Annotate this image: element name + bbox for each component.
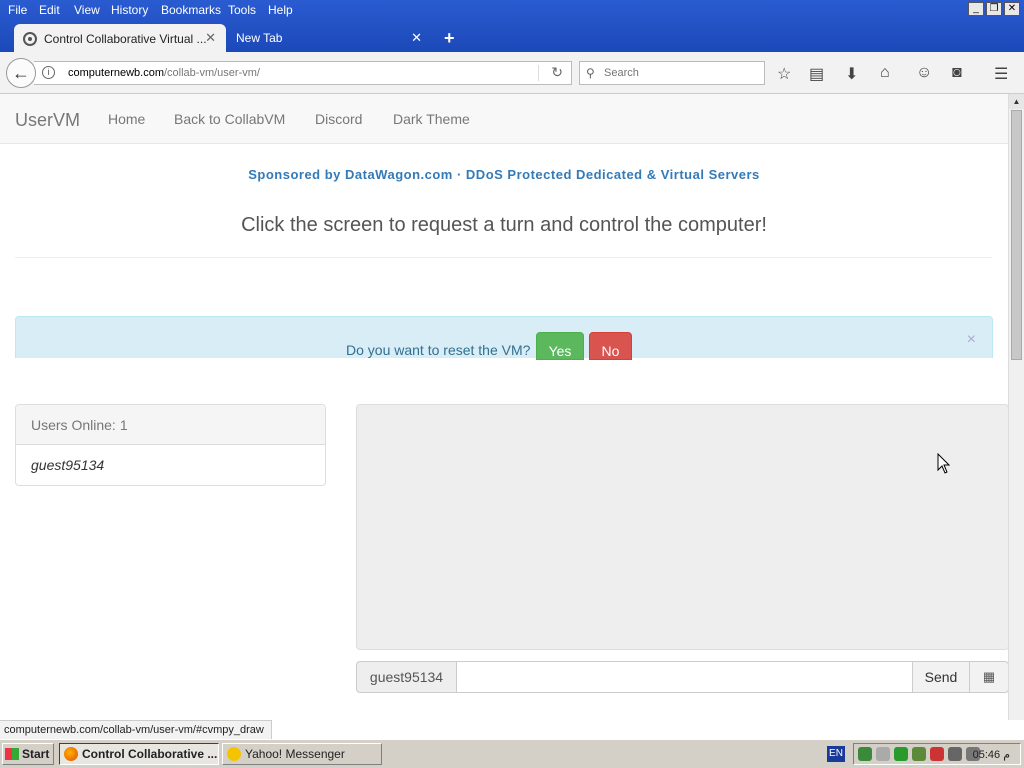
tray-torrent-icon[interactable] [894,747,908,761]
send-button[interactable]: Send [912,661,970,693]
taskbar-yahoo-messenger[interactable]: Yahoo! Messenger [222,743,382,765]
tray-app-icon[interactable] [858,747,872,761]
sponsor-link[interactable]: Sponsored by DataWagon.com · DDoS Protec… [0,167,1008,182]
reset-yes-button[interactable]: Yes [536,332,584,360]
yahoo-messenger-icon [227,747,241,761]
taskbar: Start Control Collaborative ... Yahoo! M… [0,739,1024,768]
search-icon: ⚲ [586,66,595,80]
window-controls: _ ❐ ✕ [968,2,1020,16]
pocket-icon[interactable]: ◙ [952,64,962,82]
collabvm-favicon-icon [22,31,38,47]
tab-title: Control Collaborative Virtual ... [44,32,207,46]
search-input[interactable] [604,65,754,81]
close-tab-icon[interactable]: ✕ [411,30,422,46]
restore-icon[interactable]: ❐ [986,2,1002,16]
home-icon[interactable]: ⌂ [880,64,890,82]
bookmark-star-icon[interactable]: ☆ [777,64,791,84]
page-scrollbar[interactable]: ▲ [1008,94,1024,720]
nav-discord[interactable]: Discord [315,111,362,127]
search-bar[interactable]: ⚲ [579,61,765,85]
scroll-thumb[interactable] [1011,110,1022,360]
url-text[interactable]: computernewb.com/collab-vm/user-vm/ [68,67,260,79]
windows-logo-icon [5,748,19,760]
download-icon[interactable]: ⬇ [845,64,858,84]
nav-home[interactable]: Home [108,111,145,127]
language-indicator[interactable]: EN [827,746,845,762]
start-button[interactable]: Start [2,743,54,765]
navigation-toolbar: i computernewb.com/collab-vm/user-vm/ ↻ … [0,52,1024,94]
tray-app-icon[interactable] [948,747,962,761]
reload-icon[interactable]: ↻ [551,64,563,81]
mouse-cursor-icon [937,453,951,474]
tab-title: New Tab [236,31,283,45]
back-button[interactable]: ← [6,58,36,88]
reading-list-icon[interactable]: ▤ [809,64,824,84]
url-path: /collab-vm/user-vm/ [164,67,260,79]
tray-app-icon[interactable] [912,747,926,761]
menu-edit[interactable]: Edit [39,3,60,17]
tab-new-tab[interactable]: New Tab ✕ [228,24,432,52]
vm-display[interactable] [356,404,1008,650]
task-label: Control Collaborative ... [82,747,218,761]
close-window-icon[interactable]: ✕ [1004,2,1020,16]
menu-tools[interactable]: Tools [228,3,256,17]
url-divider [538,65,539,81]
clock[interactable]: 05:46 م [973,748,1010,761]
menu-view[interactable]: View [74,3,100,17]
users-online-heading: Users Online: 1 [16,405,325,445]
nav-back-to-collabvm[interactable]: Back to CollabVM [174,111,285,127]
reset-question: Do you want to reset the VM? [346,342,531,358]
start-label: Start [22,747,50,761]
divider [15,257,992,258]
users-online-count: 1 [119,417,128,433]
tray-shield-icon[interactable] [930,747,944,761]
tab-collabvm[interactable]: Control Collaborative Virtual ... ✕ [14,24,226,52]
minimize-icon[interactable]: _ [968,2,984,16]
chat-message-input[interactable] [456,661,913,693]
status-url: computernewb.com/collab-vm/user-vm/#cvmp… [0,720,272,739]
url-bar[interactable]: i computernewb.com/collab-vm/user-vm/ ↻ [34,61,572,85]
task-label: Yahoo! Messenger [245,747,345,761]
reset-vm-alert: Do you want to reset the VM? Yes No × [15,316,993,360]
instruction-heading: Click the screen to request a turn and c… [241,214,767,236]
close-tab-icon[interactable]: ✕ [205,30,216,46]
system-tray: 05:46 م [853,743,1021,765]
site-navbar: UserVM Home Back to CollabVM Discord Dar… [0,94,1008,144]
nav-dark-theme[interactable]: Dark Theme [393,111,470,127]
url-host: computernewb.com [68,67,164,79]
firefox-icon [64,747,78,761]
chat-username-label: guest95134 [356,661,457,693]
back-arrow-icon: ← [12,63,30,83]
reset-no-button[interactable]: No [589,332,632,360]
taskbar-firefox-window[interactable]: Control Collaborative ... [59,743,219,765]
users-online-label: Users Online: [31,417,116,433]
site-brand[interactable]: UserVM [15,110,80,131]
keyboard-icon[interactable]: ▦ [969,661,1008,693]
menu-bookmarks[interactable]: Bookmarks [161,3,221,17]
new-tab-plus-icon[interactable]: + [444,28,455,49]
menu-history[interactable]: History [111,3,148,17]
scroll-up-icon[interactable]: ▲ [1009,94,1024,109]
menubar: File Edit View History Bookmarks Tools H… [0,0,1024,20]
tray-app-icon[interactable] [876,747,890,761]
menu-help[interactable]: Help [268,3,293,17]
user-list-item[interactable]: guest95134 [16,445,325,485]
chat-input-group: guest95134 Send ▦ [356,661,1008,693]
web-page: UserVM Home Back to CollabVM Discord Dar… [0,94,1008,720]
menu-file[interactable]: File [8,3,27,17]
close-alert-icon[interactable]: × [967,331,976,349]
hamburger-menu-icon[interactable]: ☰ [994,64,1008,84]
hello-chat-icon[interactable]: ☺ [916,64,932,82]
users-online-panel: Users Online: 1 guest95134 [15,404,326,486]
info-icon[interactable]: i [42,66,55,79]
browser-chrome: File Edit View History Bookmarks Tools H… [0,0,1024,52]
tab-strip: Control Collaborative Virtual ... ✕ New … [0,24,1024,52]
